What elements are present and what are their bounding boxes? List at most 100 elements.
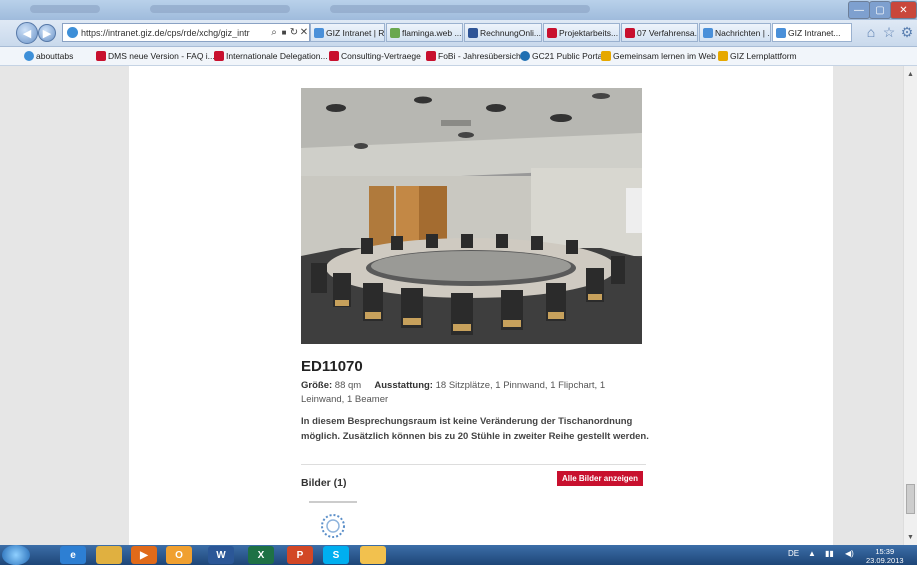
favorite-icon — [520, 51, 530, 61]
windows-taskbar: e ▶ O W X P S DE ▲ ▮▮ ◀) 15:39 23.09.201… — [0, 545, 917, 565]
favorite-label: Consulting-Vertraege — [341, 51, 421, 61]
favorite-label: Internationale Delegation... — [226, 51, 328, 61]
tab-favicon — [390, 27, 400, 38]
meeting-room-image — [301, 88, 642, 344]
equipment-label: Ausstattung: — [374, 380, 433, 391]
start-button[interactable] — [2, 545, 30, 565]
browser-tab[interactable]: Nachrichten | ... — [699, 23, 771, 42]
browser-tab[interactable]: RechnungOnli... — [464, 23, 542, 42]
favorite-link[interactable]: FoBi - Jahresübersicht — [426, 50, 523, 62]
tab-favicon — [625, 27, 635, 38]
browser-navigation-bar: ◀ ▶ https://intranet.giz.de/cps/rde/xchg… — [0, 20, 917, 47]
system-clock[interactable]: 15:39 23.09.2013 — [866, 547, 904, 565]
gear-icon[interactable]: ⚙ — [898, 23, 916, 41]
blurred-title-text — [330, 5, 590, 13]
minimize-button[interactable]: — — [848, 1, 870, 19]
lock-icon: ■ — [281, 28, 287, 37]
close-window-button[interactable]: ✕ — [890, 1, 917, 19]
favorite-label: DMS neue Version - FAQ i... — [108, 51, 215, 61]
favorite-icon — [96, 51, 106, 61]
network-icon[interactable]: ▮▮ — [825, 549, 834, 558]
room-photo[interactable] — [301, 88, 642, 344]
favorite-link[interactable]: GIZ Lernplattform — [718, 50, 797, 62]
stop-icon[interactable]: ✕ — [299, 27, 309, 38]
clock-date: 23.09.2013 — [866, 556, 904, 565]
window-title-bar: — ▢ ✕ — [0, 0, 917, 20]
browser-tab[interactable]: GIZ Intranet | R... — [310, 23, 385, 42]
tab-label: RechnungOnli... — [480, 27, 541, 38]
home-icon[interactable]: ⌂ — [862, 23, 880, 41]
favorites-bar: abouttabs DMS neue Version - FAQ i... In… — [0, 47, 917, 66]
tab-favicon — [776, 27, 786, 38]
tab-label: Nachrichten | ... — [715, 27, 771, 38]
page-viewport: ED11070 Größe: 88 qm Ausstattung: 18 Sit… — [0, 66, 903, 545]
favorite-icon — [601, 51, 611, 61]
room-details: Größe: 88 qm Ausstattung: 18 Sitzplätze,… — [301, 379, 651, 407]
section-divider — [301, 464, 646, 465]
favorite-icon — [329, 51, 339, 61]
favorite-label: GIZ Lernplattform — [730, 51, 797, 61]
clock-time: 15:39 — [875, 547, 895, 556]
favorite-link[interactable]: abouttabs — [24, 50, 73, 62]
tab-label: flaminga.web ... — [402, 27, 462, 38]
browser-tab[interactable]: Projektarbeits... — [543, 23, 620, 42]
outlook-icon[interactable]: O — [166, 546, 192, 564]
favorite-label: FoBi - Jahresübersicht — [438, 51, 524, 61]
tab-label: GIZ Intranet... — [788, 27, 841, 38]
favorite-link[interactable]: Consulting-Vertraege — [329, 50, 421, 62]
star-icon[interactable]: ☆ — [880, 23, 898, 41]
content-page: ED11070 Größe: 88 qm Ausstattung: 18 Sit… — [129, 66, 833, 545]
tab-favicon — [314, 27, 324, 38]
size-value: 88 qm — [334, 380, 362, 391]
tab-favicon — [547, 27, 557, 38]
favorite-link[interactable]: Internationale Delegation... — [214, 50, 328, 62]
browser-tab-active[interactable]: GIZ Intranet... — [772, 23, 852, 42]
site-icon — [67, 27, 78, 38]
scroll-down-arrow-icon[interactable]: ▼ — [904, 531, 917, 543]
favorite-label: abouttabs — [36, 51, 74, 61]
address-bar[interactable]: https://intranet.giz.de/cps/rde/xchg/giz… — [62, 23, 310, 42]
favorite-link[interactable]: Gemeinsam lernen im Web — [601, 50, 716, 62]
scrollbar-thumb[interactable] — [906, 484, 915, 514]
favorite-link[interactable]: DMS neue Version - FAQ i... — [96, 50, 215, 62]
size-label: Größe: — [301, 380, 333, 391]
excel-icon[interactable]: X — [248, 546, 274, 564]
tab-label: GIZ Intranet | R... — [326, 27, 385, 38]
word-icon[interactable]: W — [208, 546, 234, 564]
tray-expand-icon[interactable]: ▲ — [808, 549, 816, 558]
scroll-up-arrow-icon[interactable]: ▲ — [904, 68, 917, 80]
tab-label: Projektarbeits... — [559, 27, 619, 38]
favorite-icon — [718, 51, 728, 61]
room-description: In diesem Besprechungsraum ist keine Ver… — [301, 416, 649, 442]
browser-tab[interactable]: 07 Verfahrensa... — [621, 23, 698, 42]
volume-icon[interactable]: ◀) — [845, 549, 854, 558]
favorite-icon — [426, 51, 436, 61]
show-all-images-button[interactable]: Alle Bilder anzeigen — [557, 471, 644, 486]
refresh-icon[interactable]: ↻ — [289, 27, 299, 38]
media-icon[interactable]: ▶ — [131, 546, 157, 564]
vertical-scrollbar[interactable]: ▲ ▼ — [903, 66, 917, 545]
image-thumbnail[interactable] — [307, 498, 359, 545]
language-indicator[interactable]: DE — [788, 549, 799, 558]
favorite-icon — [214, 51, 224, 61]
browser-tab[interactable]: flaminga.web ... — [386, 23, 463, 42]
forward-arrow-icon[interactable]: ▶ — [38, 24, 56, 42]
tab-label: 07 Verfahrensa... — [637, 27, 698, 38]
favorite-icon — [24, 51, 34, 61]
back-arrow-icon[interactable]: ◀ — [16, 22, 38, 44]
maximize-button[interactable]: ▢ — [869, 1, 891, 19]
powerpoint-icon[interactable]: P — [287, 546, 313, 564]
room-id-heading: ED11070 — [301, 358, 363, 375]
favorite-label: Gemeinsam lernen im Web — [613, 51, 716, 61]
folder-icon[interactable] — [360, 546, 386, 564]
explorer-icon[interactable] — [96, 546, 122, 564]
blurred-title-text — [150, 5, 290, 13]
skype-icon[interactable]: S — [323, 546, 349, 564]
search-icon[interactable]: ⌕ — [269, 27, 279, 38]
blurred-title-text — [30, 5, 100, 13]
ie-icon[interactable]: e — [60, 546, 86, 564]
favorite-link[interactable]: GC21 Public Portal — [520, 50, 604, 62]
address-url: https://intranet.giz.de/cps/rde/xchg/giz… — [81, 27, 250, 38]
tab-favicon — [703, 27, 713, 38]
favorite-label: GC21 Public Portal — [532, 51, 605, 61]
